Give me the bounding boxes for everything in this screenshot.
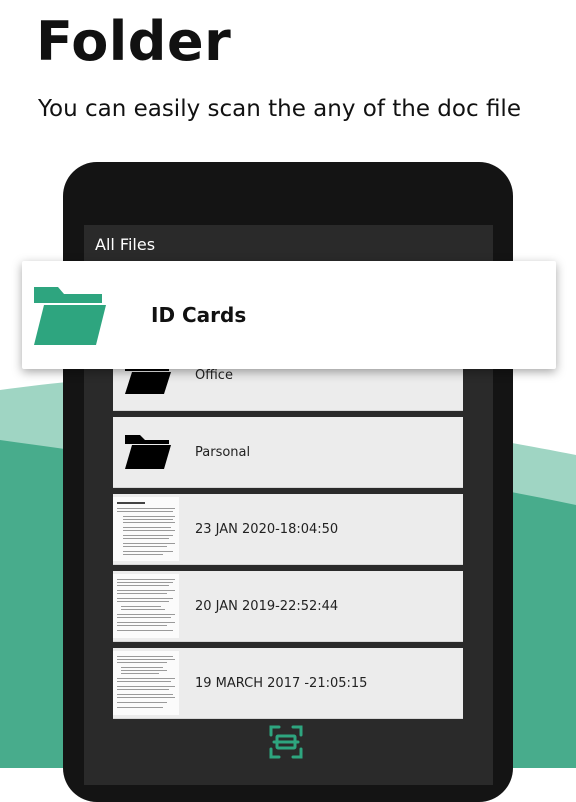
list-item-label: Office <box>195 367 233 383</box>
folder-icon <box>125 435 171 469</box>
app-bar-title: All Files <box>95 235 156 254</box>
subtitle: You can easily scan the any of the doc f… <box>38 96 521 122</box>
list-item-document[interactable]: 23 JAN 2020-18:04:50 <box>113 494 463 565</box>
folder-open-icon <box>34 287 106 345</box>
list-item-label: 19 MARCH 2017 -21:05:15 <box>195 675 368 691</box>
scan-button[interactable] <box>268 724 304 760</box>
highlight-card-id-cards[interactable]: ID Cards <box>22 261 556 369</box>
document-thumbnail <box>113 574 179 638</box>
list-item-label: Parsonal <box>195 444 251 460</box>
document-thumbnail <box>113 651 179 715</box>
scan-icon <box>269 725 303 759</box>
list-item-document[interactable]: 20 JAN 2019-22:52:44 <box>113 571 463 642</box>
document-thumbnail <box>113 497 179 561</box>
list-item-parsonal[interactable]: Parsonal <box>113 417 463 488</box>
headline: Folder <box>36 10 232 73</box>
list-item-label: 23 JAN 2020-18:04:50 <box>195 521 339 537</box>
card-label: ID Cards <box>151 303 247 327</box>
list-item-label: 20 JAN 2019-22:52:44 <box>195 598 339 614</box>
list-item-document[interactable]: 19 MARCH 2017 -21:05:15 <box>113 648 463 719</box>
